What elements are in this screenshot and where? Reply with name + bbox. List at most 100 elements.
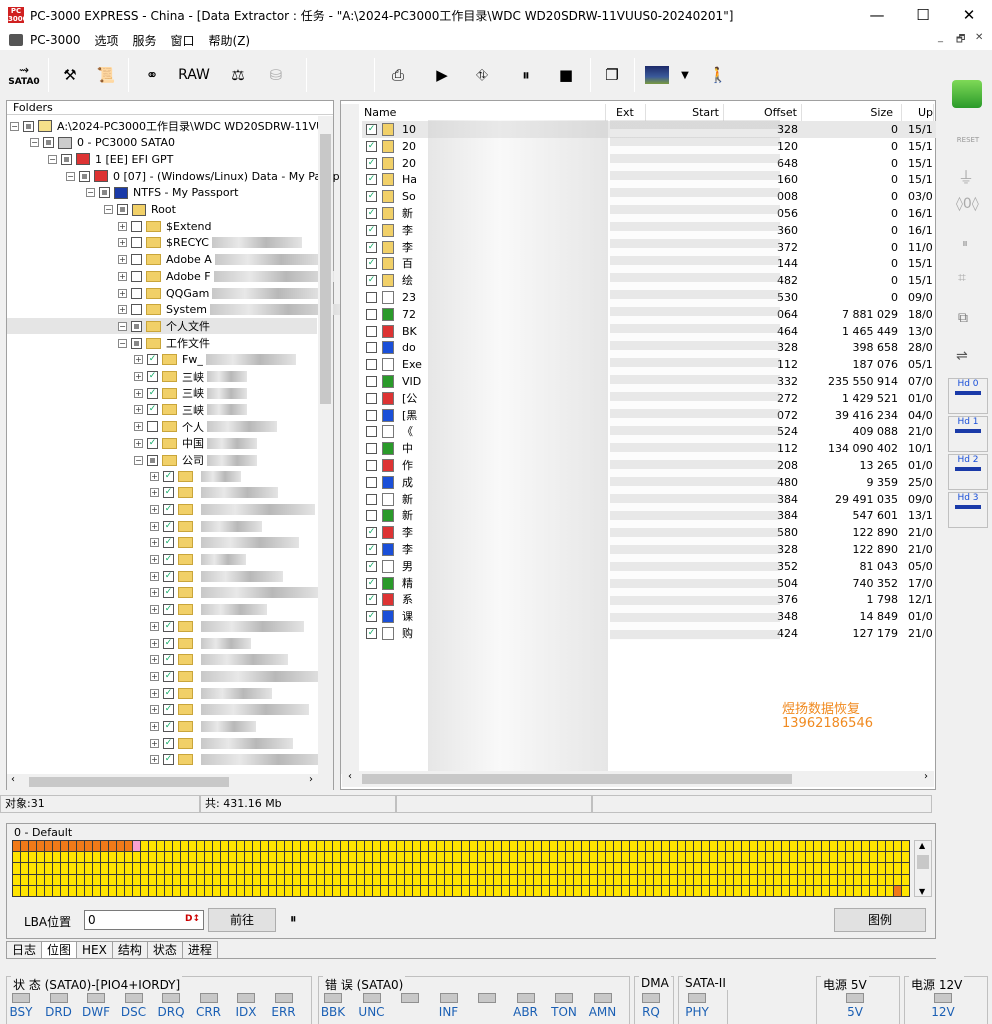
file-checkbox[interactable]: ✓ <box>366 258 377 270</box>
file-row[interactable]: ✓ 精 504 740 352 17/0 <box>362 575 936 592</box>
node-checkbox[interactable] <box>79 170 90 182</box>
tree-node[interactable]: − Root <box>104 202 176 218</box>
dropdown-arrow-icon[interactable]: ▼ <box>678 60 692 90</box>
tree-node[interactable]: + ✓ <box>150 668 325 684</box>
lba-input[interactable]: 0 D↕ <box>84 910 204 930</box>
file-row[interactable]: 23 530 0 09/0 <box>362 289 936 306</box>
tab-progress[interactable]: 进程 <box>181 941 218 959</box>
map-scrollbar[interactable]: ▲ ▼ <box>914 840 932 897</box>
file-row[interactable]: ✓ 20 648 0 15/1 <box>362 155 936 172</box>
expand-toggle-icon[interactable]: + <box>150 671 159 681</box>
expand-toggle-icon[interactable]: + <box>150 688 159 698</box>
node-checkbox[interactable]: ✓ <box>163 637 174 649</box>
expand-toggle-icon[interactable]: + <box>134 372 143 381</box>
column-ext[interactable]: Ext <box>606 104 646 122</box>
file-checkbox[interactable]: ✓ <box>366 174 377 186</box>
node-checkbox[interactable]: ✓ <box>163 687 174 699</box>
legend-button[interactable]: 图例 <box>834 908 926 932</box>
tree-node[interactable]: + ✓ <box>150 735 293 751</box>
binoculars-icon[interactable]: ⚭ <box>138 60 166 90</box>
file-checkbox[interactable] <box>366 308 377 320</box>
tab-log[interactable]: 日志 <box>6 941 43 959</box>
expand-toggle-icon[interactable]: + <box>134 405 143 415</box>
file-row[interactable]: ✓ So 008 0 03/0 <box>362 188 936 205</box>
expand-toggle-icon[interactable]: + <box>118 305 127 315</box>
expand-toggle-icon[interactable]: − <box>86 188 95 198</box>
node-checkbox[interactable]: ✓ <box>163 721 174 732</box>
menu-service[interactable]: 服务 <box>126 32 164 49</box>
expand-toggle-icon[interactable]: + <box>134 422 143 432</box>
node-checkbox[interactable] <box>131 337 142 349</box>
node-checkbox[interactable] <box>131 270 142 282</box>
menu-pc3000[interactable]: PC-3000 <box>23 33 87 47</box>
file-row[interactable]: ✓ 系 376 1 798 12/1 <box>362 591 936 608</box>
node-checkbox[interactable]: ✓ <box>163 520 174 532</box>
file-checkbox[interactable]: ✓ <box>366 594 377 606</box>
expand-toggle-icon[interactable]: − <box>10 121 19 131</box>
expand-toggle-icon[interactable]: − <box>118 321 127 331</box>
node-checkbox[interactable] <box>131 237 142 249</box>
tree-scroll-thumb[interactable] <box>320 134 331 404</box>
node-checkbox[interactable]: ✓ <box>147 404 158 416</box>
column-start[interactable]: Start <box>646 104 724 122</box>
expand-toggle-icon[interactable]: + <box>150 555 159 564</box>
file-row[interactable]: ✓ 20 120 0 15/1 <box>362 138 936 155</box>
tree-hscroll-thumb[interactable] <box>29 777 229 787</box>
mdi-restore-button[interactable]: 🗗 <box>956 32 965 49</box>
file-checkbox[interactable]: ✓ <box>366 560 377 572</box>
pause-gray-icon[interactable]: ⏸ <box>962 236 968 251</box>
file-checkbox[interactable] <box>366 460 377 471</box>
file-row[interactable]: ✓ Ha 160 0 15/1 <box>362 171 936 188</box>
sata-port-button[interactable]: ⇝ SATA0 <box>6 60 42 90</box>
tree-node[interactable]: + ✓ <box>150 568 283 584</box>
node-checkbox[interactable]: ✓ <box>163 570 174 582</box>
node-checkbox[interactable] <box>131 320 142 332</box>
tree-node[interactable]: + ✓ <box>150 618 304 634</box>
file-checkbox[interactable]: ✓ <box>366 527 377 539</box>
node-checkbox[interactable]: ✓ <box>147 387 158 399</box>
file-row[interactable]: ✓ 课 348 14 849 01/0 <box>362 608 936 625</box>
column-name[interactable]: Name <box>362 104 606 122</box>
file-checkbox[interactable] <box>366 443 377 455</box>
file-checkbox[interactable] <box>366 476 377 488</box>
file-checkbox[interactable] <box>366 325 377 337</box>
hd1-button[interactable]: Hd 1 <box>948 416 988 452</box>
expand-toggle-icon[interactable]: − <box>118 338 127 348</box>
expand-toggle-icon[interactable]: + <box>150 755 159 765</box>
mdi-minimize-button[interactable]: _ <box>938 32 943 43</box>
column-offset[interactable]: Offset <box>724 104 802 122</box>
raw-button[interactable]: RAW <box>174 60 214 90</box>
map-pause-button[interactable]: ⏸ <box>290 912 297 927</box>
expand-toggle-icon[interactable]: − <box>104 205 113 214</box>
menu-help[interactable]: 帮助(Z) <box>202 32 258 49</box>
image-icon[interactable] <box>644 60 670 90</box>
tree-node[interactable]: + ✓ <box>150 468 241 484</box>
file-row[interactable]: [公 272 1 429 521 01/0 <box>362 390 936 407</box>
file-row[interactable]: ✓ 李 372 0 11/0 <box>362 239 936 256</box>
tab-status[interactable]: 状态 <box>146 941 183 959</box>
file-row[interactable]: 新 384 29 491 035 09/0 <box>362 491 936 508</box>
go-button[interactable]: 前往 <box>208 908 276 932</box>
expand-toggle-icon[interactable]: + <box>134 438 143 448</box>
sector-map[interactable] <box>12 840 910 897</box>
scroll-up-icon[interactable]: ▲ <box>919 841 925 850</box>
hd2-button[interactable]: Hd 2 <box>948 454 988 490</box>
file-checkbox[interactable]: ✓ <box>366 241 377 253</box>
file-checkbox[interactable] <box>366 342 377 354</box>
tree-node[interactable]: + Adobe F <box>118 268 334 284</box>
file-row[interactable]: 新 384 547 601 13/1 <box>362 507 936 524</box>
scale-icon[interactable]: ⚖ <box>224 60 252 90</box>
tree-node[interactable]: + ✓ <box>150 702 309 718</box>
file-row[interactable]: 作 208 13 265 01/0 <box>362 457 936 474</box>
expand-toggle-icon[interactable]: + <box>118 221 127 231</box>
expand-toggle-icon[interactable]: + <box>134 355 143 365</box>
connector-icon[interactable]: ⇌ <box>956 348 968 364</box>
play-icon[interactable]: ▶ <box>428 60 456 90</box>
exit-icon[interactable]: 🚶 <box>704 60 732 90</box>
expand-toggle-icon[interactable]: − <box>66 171 75 181</box>
file-checkbox[interactable]: ✓ <box>366 544 377 555</box>
file-checkbox[interactable]: ✓ <box>366 124 377 135</box>
file-checkbox[interactable]: ✓ <box>366 224 377 236</box>
tree-node[interactable]: + ✓ <box>150 535 299 551</box>
expand-toggle-icon[interactable]: + <box>150 738 159 748</box>
